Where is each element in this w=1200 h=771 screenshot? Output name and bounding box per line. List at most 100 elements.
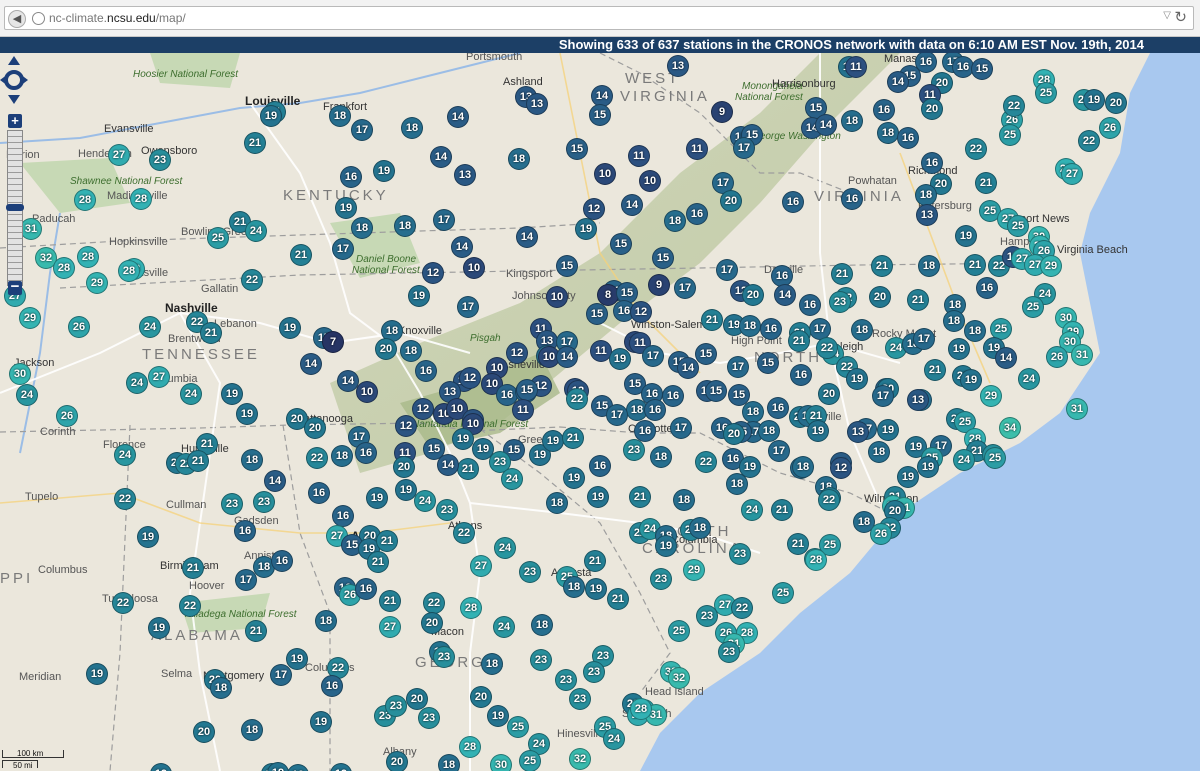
station-marker[interactable]: 16 (644, 399, 666, 421)
station-marker[interactable]: 16 (873, 99, 895, 121)
station-marker[interactable]: 20 (375, 338, 397, 360)
station-marker[interactable]: 15 (757, 352, 779, 374)
station-marker[interactable]: 21 (701, 309, 723, 331)
station-marker[interactable]: 12 (830, 457, 852, 479)
station-marker[interactable]: 18 (241, 449, 263, 471)
station-marker[interactable]: 14 (447, 106, 469, 128)
station-marker[interactable]: 18 (742, 401, 764, 423)
station-marker[interactable]: 12 (583, 198, 605, 220)
station-marker[interactable]: 21 (379, 590, 401, 612)
station-marker[interactable]: 15 (556, 255, 578, 277)
station-marker[interactable]: 18 (394, 215, 416, 237)
station-marker[interactable]: 31 (1071, 344, 1093, 366)
station-marker[interactable]: 22 (566, 388, 588, 410)
station-marker[interactable]: 18 (563, 576, 585, 598)
station-marker[interactable]: 29 (683, 559, 705, 581)
map-view[interactable]: Hoosier National Forest Portsmouth Ashland… (0, 53, 1200, 771)
station-marker[interactable]: 19 (542, 430, 564, 452)
station-marker[interactable]: 24 (180, 383, 202, 405)
station-marker[interactable]: 16 (340, 166, 362, 188)
station-marker[interactable]: 16 (686, 203, 708, 225)
station-marker[interactable]: 21 (831, 263, 853, 285)
station-marker[interactable]: 15 (589, 104, 611, 126)
station-marker[interactable]: 24 (126, 372, 148, 394)
station-marker[interactable]: 19 (310, 711, 332, 733)
station-marker[interactable]: 23 (829, 291, 851, 313)
station-marker[interactable]: 17 (913, 328, 935, 350)
station-marker[interactable]: 16 (897, 127, 919, 149)
station-marker[interactable]: 18 (331, 445, 353, 467)
station-marker[interactable]: 24 (953, 449, 975, 471)
station-marker[interactable]: 10 (546, 286, 568, 308)
station-marker[interactable]: 14 (264, 470, 286, 492)
station-marker[interactable]: 14 (621, 194, 643, 216)
station-marker[interactable]: 15 (705, 380, 727, 402)
station-marker[interactable]: 19 (563, 467, 585, 489)
station-marker[interactable]: 22 (818, 489, 840, 511)
station-marker[interactable]: 18 (401, 117, 423, 139)
station-marker[interactable]: 21 (562, 427, 584, 449)
station-marker[interactable]: 16 (799, 294, 821, 316)
station-marker[interactable]: 26 (1099, 117, 1121, 139)
station-marker[interactable]: 24 (245, 220, 267, 242)
station-marker[interactable]: 28 (630, 698, 652, 720)
station-marker[interactable]: 19 (877, 419, 899, 441)
station-marker[interactable]: 19 (955, 225, 977, 247)
station-marker[interactable]: 25 (1035, 82, 1057, 104)
station-marker[interactable]: 28 (77, 246, 99, 268)
station-marker[interactable]: 20 (818, 383, 840, 405)
station-marker[interactable]: 16 (271, 550, 293, 572)
station-marker[interactable]: 23 (555, 669, 577, 691)
station-marker[interactable]: 17 (768, 440, 790, 462)
station-marker[interactable]: 27 (379, 616, 401, 638)
back-arrow-icon[interactable]: ◀ (8, 10, 26, 28)
station-marker[interactable]: 17 (674, 277, 696, 299)
station-marker[interactable]: 21 (244, 132, 266, 154)
station-marker[interactable]: 21 (771, 499, 793, 521)
station-marker[interactable]: 10 (594, 163, 616, 185)
station-marker[interactable]: 18 (438, 754, 460, 771)
station-marker[interactable]: 25 (772, 582, 794, 604)
station-marker[interactable]: 22 (179, 595, 201, 617)
station-marker[interactable]: 32 (569, 748, 591, 770)
station-marker[interactable]: 18 (915, 184, 937, 206)
station-marker[interactable]: 24 (1018, 368, 1040, 390)
station-marker[interactable]: 23 (436, 499, 458, 521)
station-marker[interactable]: 21 (245, 620, 267, 642)
station-marker[interactable]: 23 (729, 543, 751, 565)
station-marker[interactable]: 18 (868, 441, 890, 463)
station-marker[interactable]: 23 (221, 493, 243, 515)
station-marker[interactable]: 22 (112, 592, 134, 614)
station-marker[interactable]: 20 (386, 751, 408, 771)
station-marker[interactable]: 18 (210, 677, 232, 699)
station-marker[interactable]: 18 (689, 517, 711, 539)
station-marker[interactable]: 21 (367, 551, 389, 573)
station-marker[interactable]: 18 (877, 122, 899, 144)
station-marker[interactable]: 18 (481, 653, 503, 675)
station-marker[interactable]: 16 (589, 455, 611, 477)
station-marker[interactable]: 21 (457, 458, 479, 480)
station-marker[interactable]: 17 (727, 356, 749, 378)
station-marker[interactable]: 19 (587, 486, 609, 508)
station-marker[interactable]: 27 (148, 366, 170, 388)
address-bar[interactable]: ◀ nc-climate.ncsu.edu/map/ ▽ ↻ (4, 6, 1194, 30)
station-marker[interactable]: 11 (512, 399, 534, 421)
station-marker[interactable]: 18 (673, 489, 695, 511)
station-marker[interactable]: 26 (1046, 346, 1068, 368)
station-marker[interactable]: 10 (356, 381, 378, 403)
station-marker[interactable]: 23 (696, 605, 718, 627)
station-marker[interactable]: 12 (412, 398, 434, 420)
station-marker[interactable]: 13 (907, 389, 929, 411)
station-marker[interactable]: 16 (841, 188, 863, 210)
station-marker[interactable]: 25 (984, 447, 1006, 469)
station-marker[interactable]: 9 (648, 274, 670, 296)
station-marker[interactable]: 16 (355, 578, 377, 600)
station-marker[interactable]: 20 (421, 612, 443, 634)
station-marker[interactable]: 23 (433, 646, 455, 668)
station-marker[interactable]: 21 (376, 530, 398, 552)
url-dropdown-icon[interactable]: ▽ (1163, 10, 1171, 21)
station-marker[interactable]: 12 (630, 301, 652, 323)
station-marker[interactable]: 32 (668, 667, 690, 689)
station-marker[interactable]: 17 (270, 664, 292, 686)
station-marker[interactable]: 27 (1061, 163, 1083, 185)
